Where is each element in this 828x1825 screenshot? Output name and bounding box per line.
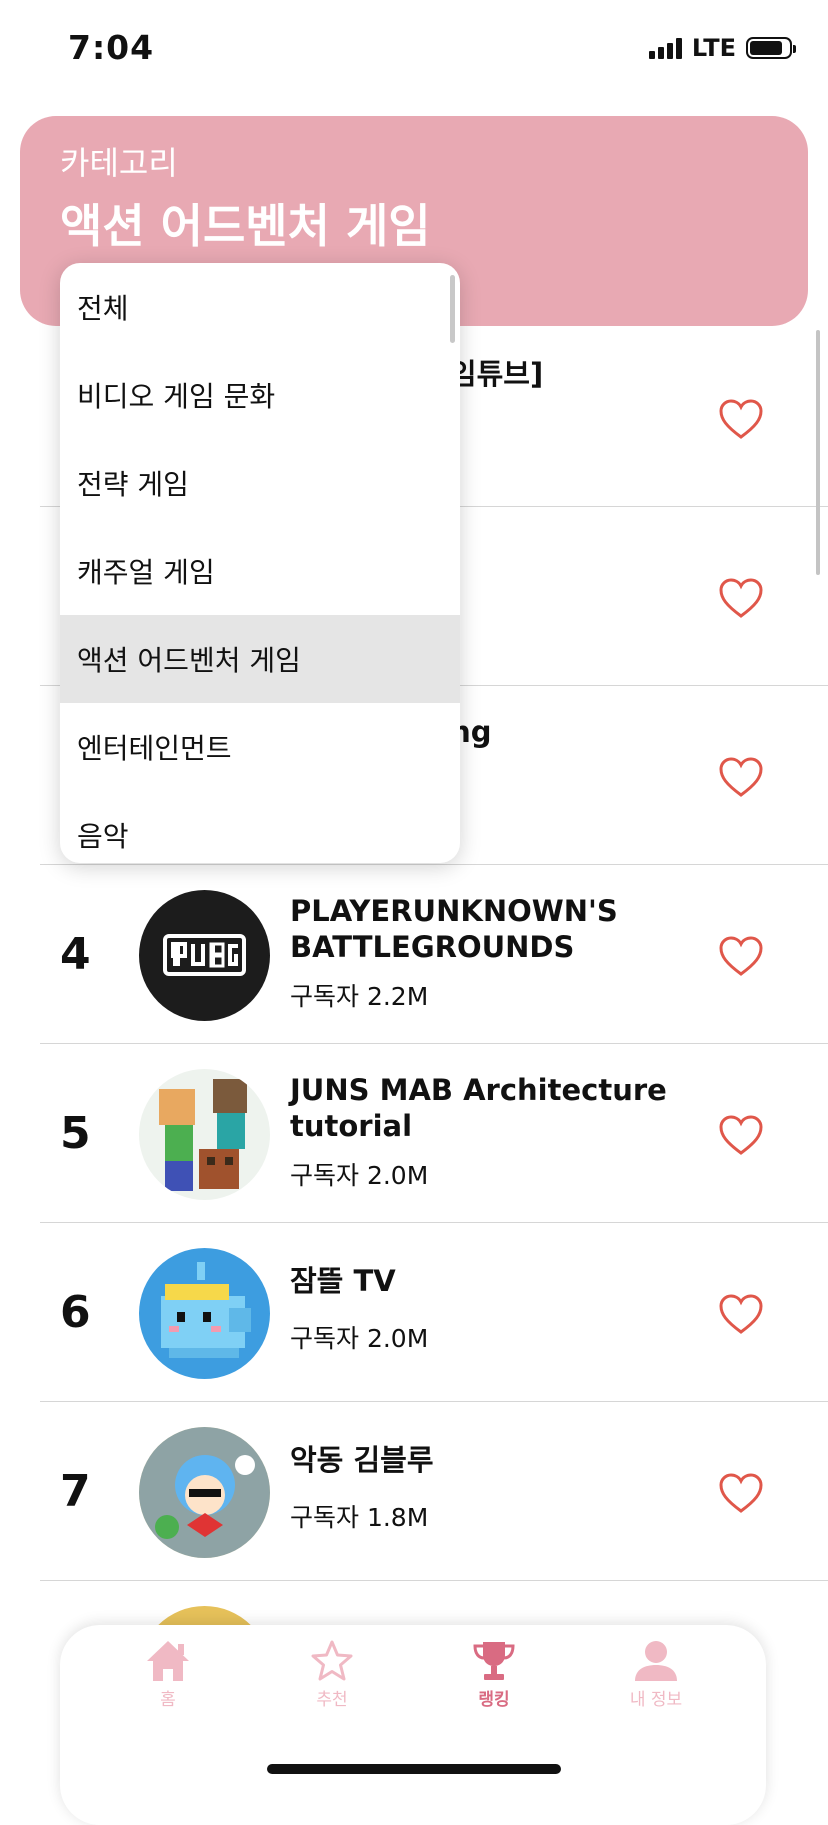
rank-number: 6 [60,1287,91,1338]
home-indicator[interactable] [267,1764,561,1774]
dropdown-option[interactable]: 음악 [60,791,460,863]
ranking-row[interactable]: 5 JUNS MAB Architecture tutorial 구독자 2.0… [0,1044,828,1223]
heart-icon[interactable] [718,935,764,977]
channel-name: JUNS MAB Architecture tutorial [290,1073,667,1143]
ranking-row[interactable]: 6 잠뜰 TV 구독자 2.0M [0,1223,828,1402]
channel-name: 잠뜰 TV [290,1264,396,1298]
person-icon [635,1641,677,1681]
category-label: 카테고리 [60,144,178,182]
heart-icon[interactable] [718,577,764,619]
channel-name: [마임튜브] [410,357,544,391]
ranking-row[interactable]: 7 악동 김블루 구독자 1.8M [0,1402,828,1581]
signal-icon [648,37,682,59]
channel-avatar-whale [139,1248,270,1379]
star-icon [311,1640,353,1681]
tab-home[interactable]: 홈 [108,1639,228,1710]
heart-icon[interactable] [718,398,764,440]
tab-recommend[interactable]: 추천 [272,1639,392,1710]
rank-number: 4 [60,929,91,980]
home-icon [147,1641,189,1681]
heart-icon[interactable] [718,1293,764,1335]
channel-avatar-minecraft [139,1069,270,1200]
tab-label: 내 정보 [629,1690,683,1710]
dropdown-scrollbar[interactable] [450,275,455,343]
network-type: LTE [691,34,736,62]
dropdown-option[interactable]: 엔터테인먼트 [60,703,460,791]
rank-number: 7 [60,1466,91,1517]
list-scroll-indicator[interactable] [816,330,820,575]
dropdown-option-selected[interactable]: 액션 어드벤처 게임 [60,615,460,703]
battery-icon [746,37,796,59]
tab-my-info[interactable]: 내 정보 [596,1639,716,1710]
tab-label: 추천 [316,1690,348,1710]
category-dropdown[interactable]: 전체 비디오 게임 문화 전략 게임 캐주얼 게임 액션 어드벤처 게임 엔터테… [60,263,460,863]
channel-name: 악동 김블루 [290,1443,434,1477]
subscriber-count: 구독자 2.0M [290,1324,429,1353]
status-time: 7:04 [68,28,155,67]
channel-avatar-anime [139,1427,270,1558]
subscriber-count: 구독자 1.8M [290,1503,429,1532]
bottom-tab-bar: 홈 추천 랭킹 내 정보 [60,1625,766,1825]
dropdown-option[interactable]: 전략 게임 [60,439,460,527]
subscriber-count: 구독자 2.2M [290,982,429,1011]
heart-icon[interactable] [718,1472,764,1514]
subscriber-count: 구독자 2.0M [290,1161,429,1190]
tab-ranking[interactable]: 랭킹 [434,1639,554,1710]
dropdown-option[interactable]: 비디오 게임 문화 [60,351,460,439]
trophy-icon [473,1642,515,1680]
dropdown-option[interactable]: 캐주얼 게임 [60,527,460,615]
status-indicators: LTE [648,34,796,62]
anime-character-icon [139,1427,270,1558]
dropdown-option[interactable]: 전체 [60,263,460,351]
ranking-row[interactable]: 4 PLAYERUNKNOWN'S BATTLEGROUNDS 구독자 2.2M [0,865,828,1044]
minecraft-characters-icon [159,1079,247,1191]
tab-label: 랭킹 [478,1690,510,1710]
pubg-logo-icon [163,934,246,976]
heart-icon[interactable] [718,1114,764,1156]
tab-label: 홈 [160,1690,176,1710]
channel-name: ming [410,714,790,750]
category-title[interactable]: 액션 어드벤처 게임 [60,190,431,256]
whale-character-icon [161,1262,251,1358]
channel-avatar-pubg [139,890,270,1021]
heart-icon[interactable] [718,756,764,798]
channel-name: PLAYERUNKNOWN'S BATTLEGROUNDS [290,894,618,964]
rank-number: 5 [60,1108,91,1159]
